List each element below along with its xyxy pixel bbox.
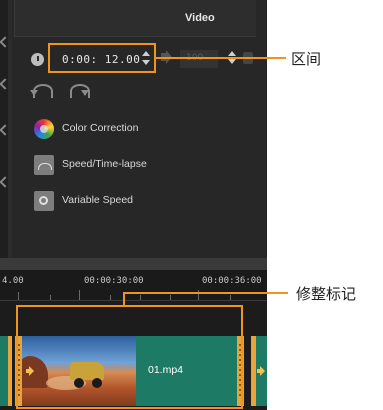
color-correction-label: Color Correction (62, 122, 139, 134)
color-correction-icon (34, 119, 54, 139)
chevron-icon[interactable] (0, 36, 11, 48)
ruler-tick-label: 00:00:36:00 (202, 276, 262, 286)
trim-callout-vline (123, 293, 125, 306)
speed-timelapse-label: Speed/Time-lapse (62, 158, 147, 170)
trim-callout-label: 修整标记 (296, 285, 357, 303)
variable-speed-icon (34, 191, 54, 211)
ruler-tick-label: 4.00 (2, 276, 24, 286)
rotate-right-button[interactable] (70, 84, 92, 100)
panel-splitter[interactable] (0, 258, 267, 270)
chevron-icon[interactable] (0, 78, 11, 90)
trim-highlight-box (16, 305, 243, 409)
ruler-tick (140, 295, 141, 300)
rotate-left-button[interactable] (30, 84, 55, 100)
trim-handle-previous[interactable] (8, 336, 12, 406)
ruler-tick-label: 00:00:30:00 (84, 276, 144, 286)
duration-value[interactable]: 0:00: 12.00 (62, 53, 140, 66)
ruler-tick (170, 295, 171, 300)
ruler-tick (18, 292, 19, 300)
ruler-tick (110, 295, 111, 300)
trim-handle-next[interactable] (251, 336, 256, 406)
next-clip[interactable] (251, 336, 267, 406)
duration-callout-line (156, 57, 286, 59)
duration-decrement-icon[interactable] (142, 60, 150, 65)
tab-video-label: Video (185, 12, 215, 24)
ruler-tick (79, 290, 80, 300)
clock-icon (31, 53, 44, 66)
volume-field[interactable]: 100 (180, 50, 218, 68)
rotate-right-arrowhead (81, 90, 89, 96)
speed-timelapse-icon (34, 155, 54, 175)
duration-field[interactable]: 0:00: 12.00 (48, 43, 156, 73)
timeline-ruler[interactable]: 4.00 00:00:30:00 00:00:36:00 (0, 270, 267, 301)
volume-decrement-icon[interactable] (228, 59, 236, 64)
tab-video[interactable]: Video (14, 0, 256, 37)
duration-callout-label: 区间 (291, 50, 322, 68)
rotate-left-arrowhead (30, 90, 38, 96)
previous-clip[interactable] (0, 336, 12, 406)
variable-speed-label: Variable Speed (62, 194, 134, 206)
left-toolbar-strip (0, 0, 11, 258)
duration-increment-icon[interactable] (142, 51, 150, 56)
ruler-tick (230, 295, 231, 300)
ruler-tick (50, 295, 51, 300)
audio-icon (257, 366, 267, 376)
chevron-icon[interactable] (0, 176, 11, 188)
volume-increment-icon[interactable] (228, 51, 236, 56)
trim-callout-line (123, 292, 288, 294)
chevron-icon[interactable] (0, 124, 11, 136)
